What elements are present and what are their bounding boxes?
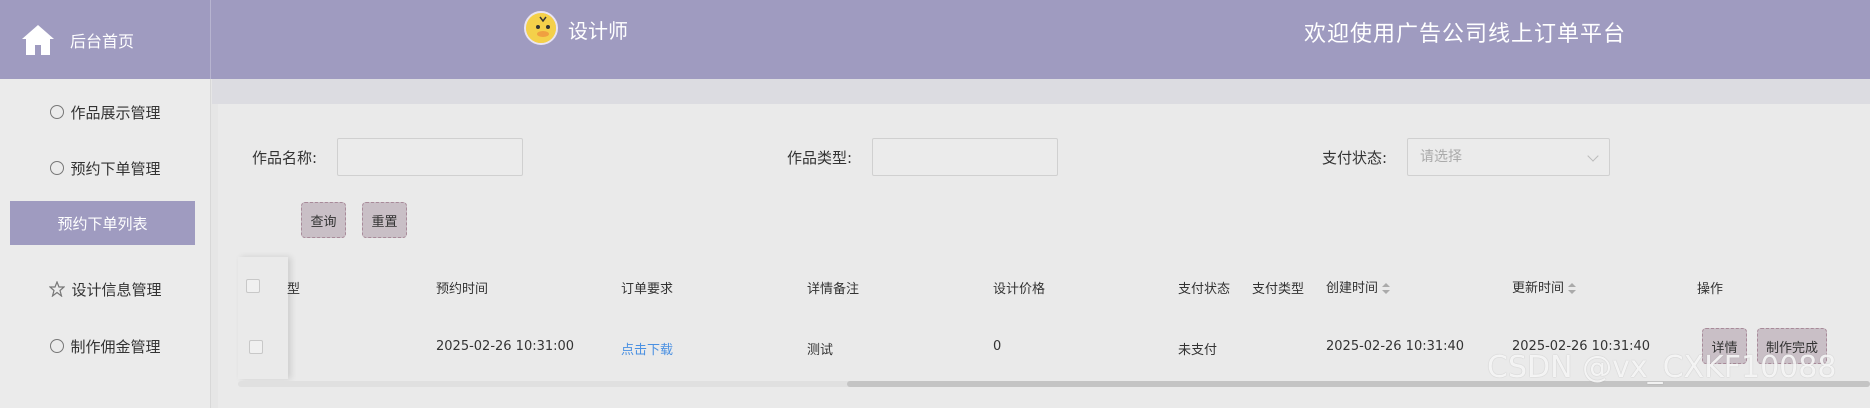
avatar[interactable] [524, 11, 558, 45]
row-checkbox[interactable] [249, 340, 263, 354]
sidebar: 作品展示管理 预约下单管理 预约下单列表 设计信息管理 制作佣金管理 [0, 79, 211, 408]
home-link[interactable]: 后台首页 [0, 0, 211, 79]
sidebar-item-label: 预约下单列表 [57, 214, 148, 233]
download-link[interactable]: 点击下载 [621, 339, 673, 358]
cell-pay-status: 未支付 [1178, 343, 1218, 358]
select-all-checkbox[interactable] [246, 279, 260, 293]
sidebar-item-commission[interactable]: 制作佣金管理 [0, 324, 211, 368]
column-updated-at-label: 更新时间 [1512, 281, 1565, 296]
column-type-partial: 型 [287, 282, 301, 297]
welcome-title: 欢迎使用广告公司线上订单平台 [1304, 22, 1627, 47]
column-created-at[interactable]: 创建时间 [1326, 277, 1391, 296]
sidebar-item-label: 制作佣金管理 [70, 337, 161, 356]
column-pay-status: 支付状态 [1178, 282, 1231, 297]
home-label: 后台首页 [70, 31, 135, 51]
sort-icon[interactable] [1382, 282, 1391, 295]
chevron-down-icon [1587, 150, 1599, 162]
sidebar-item-booking-list[interactable]: 预约下单列表 [10, 201, 195, 245]
timer-icon [50, 105, 65, 119]
sidebar-item-works[interactable]: 作品展示管理 [0, 90, 211, 134]
column-pay-type: 支付类型 [1252, 282, 1305, 297]
pay-status-placeholder: 请选择 [1420, 149, 1462, 165]
column-design-price: 设计价格 [993, 282, 1046, 297]
cell-booking-time: 2025-02-26 10:31:00 [436, 339, 575, 354]
column-booking-time: 预约时间 [436, 282, 489, 297]
top-gap [212, 79, 1870, 104]
column-created-at-label: 创建时间 [1326, 281, 1379, 296]
top-header: 后台首页 设计师 欢迎使用广告公司线上订单平台 [0, 0, 1870, 79]
star-icon [49, 281, 66, 297]
pay-status-select[interactable]: 请选择 [1407, 138, 1610, 176]
role-label: 设计师 [568, 19, 628, 43]
sidebar-item-label: 作品展示管理 [70, 103, 161, 122]
work-name-input[interactable] [337, 138, 523, 176]
pie-icon [50, 161, 65, 175]
cell-created-at: 2025-02-26 10:31:40 [1326, 339, 1465, 354]
sidebar-item-label: 预约下单管理 [70, 159, 161, 178]
query-button[interactable]: 查询 [301, 202, 346, 238]
work-type-input[interactable] [872, 138, 1058, 176]
watermark-text: CSDN @vx_CXKF10088 [1487, 350, 1837, 385]
column-updated-at[interactable]: 更新时间 [1512, 277, 1577, 296]
sort-icon[interactable] [1568, 282, 1577, 295]
column-order-req: 订单要求 [621, 282, 674, 297]
compass-icon [50, 339, 65, 353]
column-detail-note: 详情备注 [807, 282, 860, 297]
sidebar-item-booking[interactable]: 预约下单管理 [0, 146, 211, 190]
sidebar-item-design-info[interactable]: 设计信息管理 [0, 267, 211, 311]
fixed-select-column [238, 257, 288, 379]
cell-detail-note: 测试 [807, 343, 834, 358]
work-type-label: 作品类型: [787, 149, 853, 167]
work-name-label: 作品名称: [252, 149, 318, 167]
reset-button[interactable]: 重置 [362, 202, 407, 238]
sidebar-item-label: 设计信息管理 [71, 280, 162, 299]
column-operation: 操作 [1697, 282, 1724, 297]
home-icon [22, 24, 54, 55]
pay-status-label: 支付状态: [1322, 149, 1388, 167]
duck-avatar-icon [526, 13, 556, 43]
cell-design-price: 0 [993, 339, 1002, 354]
